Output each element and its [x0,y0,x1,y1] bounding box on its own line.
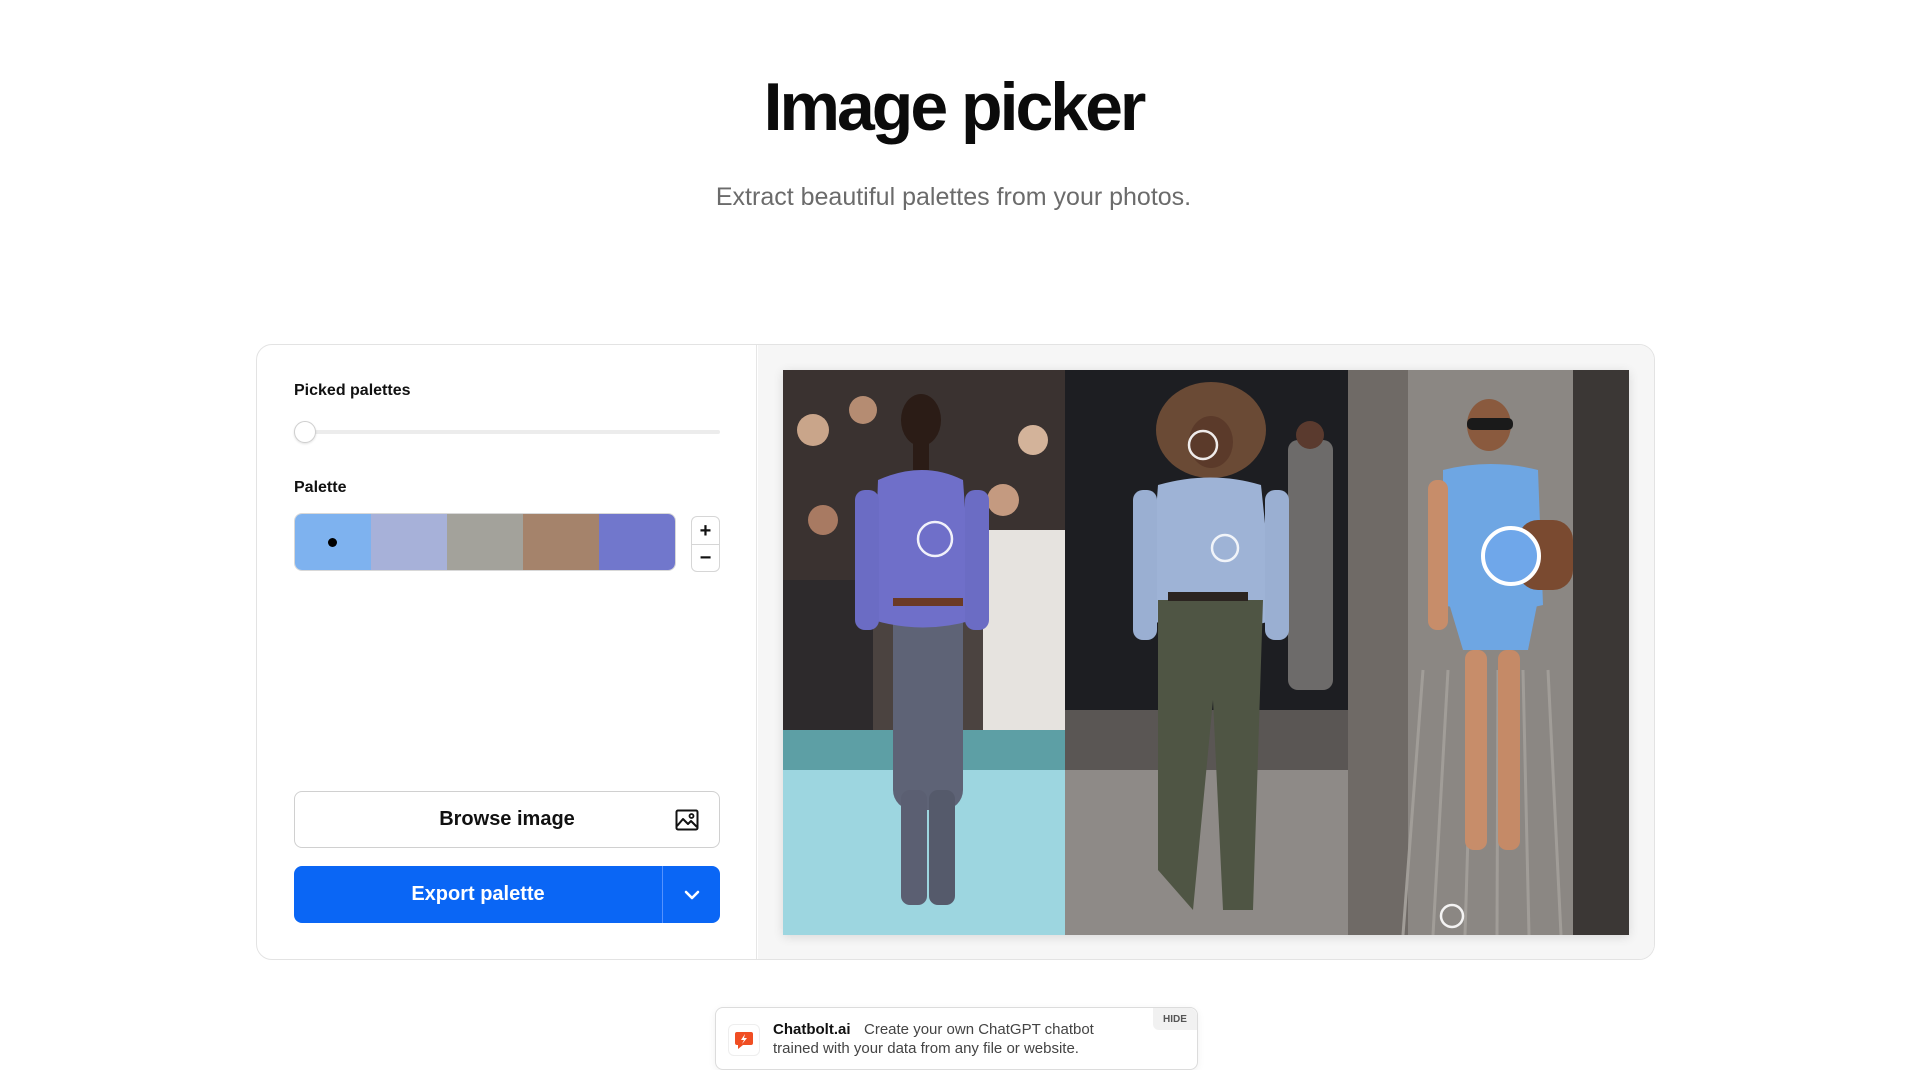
page-title: Image picker [763,69,1147,145]
palette-swatch[interactable] [447,514,523,570]
browse-image-label: Browse image [439,808,575,830]
chatbolt-brand[interactable]: Chatbolt.ai [773,1021,851,1038]
chatbolt-ad-widget[interactable]: Chatbolt.ai Create your own ChatGPT chat… [715,1007,1198,1070]
page-subtitle: Extract beautiful palettes from your pho… [715,183,1192,211]
palette-swatches [294,513,676,571]
controls-panel: Picked palettes Palette + − Browse image [257,345,757,959]
palette-swatch[interactable] [523,514,599,570]
palette-swatch[interactable] [371,514,447,570]
export-options-dropdown[interactable] [663,866,720,923]
photo-panel-middle [1065,370,1348,935]
export-palette-button-group: Export palette [294,866,720,923]
picked-palettes-label: Picked palettes [294,382,411,399]
chatbolt-description-line2: trained with your data from any file or … [773,1040,1079,1057]
chevron-down-icon [684,890,699,899]
photo-panel-right [1348,370,1629,935]
picker-card: Picked palettes Palette + − Browse image [256,344,1655,960]
export-divider [662,866,663,923]
hide-ad-button[interactable]: HIDE [1153,1008,1197,1030]
uploaded-image[interactable] [783,370,1629,935]
selected-swatch-indicator [328,538,337,547]
palette-swatch[interactable] [295,514,371,570]
palette-label: Palette [294,479,347,496]
export-palette-button[interactable]: Export palette [294,866,662,923]
image-picker-page: Image picker Extract beautiful palettes … [0,0,1907,1070]
add-color-button[interactable]: + [692,517,719,544]
palette-swatch[interactable] [599,514,675,570]
remove-color-button[interactable]: − [692,544,719,571]
browse-image-button[interactable]: Browse image [294,791,720,848]
picked-palettes-slider-thumb[interactable] [294,421,316,443]
image-preview-area [758,345,1654,959]
image-icon [675,809,699,831]
palette-size-stepper: + − [691,516,720,572]
chatbolt-logo-icon [728,1024,760,1056]
picked-palettes-slider-track[interactable] [294,430,720,434]
photo-panel-left [783,370,1065,935]
chatbolt-description-line1: Create your own ChatGPT chatbot [864,1021,1094,1038]
